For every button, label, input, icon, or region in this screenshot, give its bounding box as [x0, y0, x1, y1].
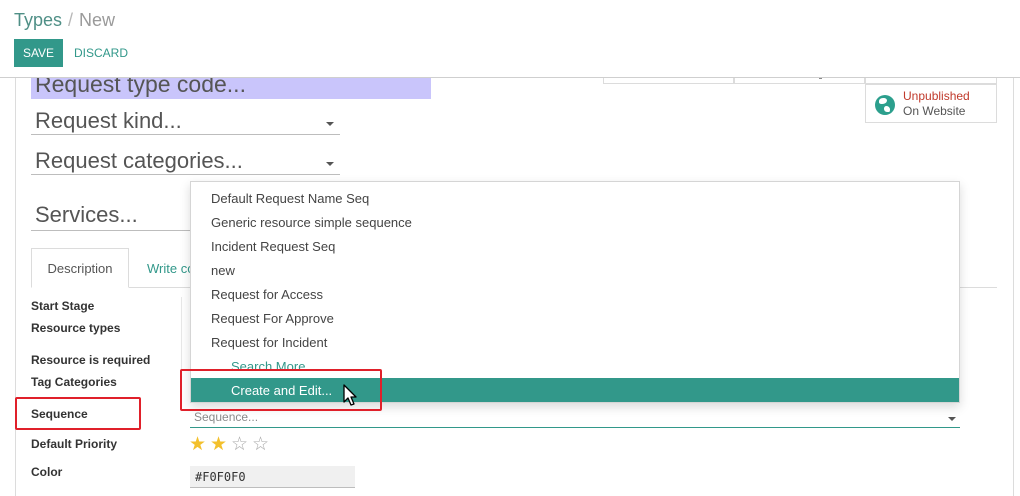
- dropdown-item[interactable]: new: [191, 258, 959, 282]
- color-input[interactable]: #F0F0F0: [190, 466, 355, 488]
- color-label: Color: [31, 465, 63, 479]
- dropdown-item[interactable]: Request For Approve: [191, 306, 959, 330]
- column-divider: [181, 297, 182, 377]
- default-priority-label: Default Priority: [31, 437, 118, 451]
- annotation-highlight-sequence: [15, 397, 141, 430]
- request-categories-placeholder: Request categories...: [35, 148, 243, 173]
- dropdown-item-label: Request for Access: [211, 287, 323, 302]
- sequence-placeholder: Sequence...: [194, 410, 259, 424]
- dropdown-item[interactable]: Incident Request Seq: [191, 234, 959, 258]
- chevron-down-icon: [326, 162, 334, 166]
- globe-icon: [875, 95, 895, 115]
- dropdown-item[interactable]: Default Request Name Seq: [191, 186, 959, 210]
- smart-button-2[interactable]: [734, 76, 865, 84]
- request-kind-select[interactable]: Request kind...: [31, 108, 340, 135]
- dropdown-item-label: Request For Approve: [211, 311, 334, 326]
- breadcrumb-current: New: [79, 10, 116, 30]
- dropdown-item-label: Generic resource simple sequence: [211, 215, 412, 230]
- start-stage-label: Start Stage: [31, 299, 95, 313]
- request-kind-placeholder: Request kind...: [35, 108, 182, 133]
- request-categories-select[interactable]: Request categories...: [31, 148, 340, 175]
- website-publish-button[interactable]: Unpublished On Website: [865, 84, 997, 123]
- discard-button[interactable]: DISCARD: [68, 39, 134, 67]
- resource-required-label: Resource is required: [31, 353, 151, 367]
- priority-stars: ★ ★ ☆ ☆: [188, 434, 270, 456]
- request-type-code-input[interactable]: Request type code...: [31, 78, 431, 99]
- publish-sub-label: On Website: [903, 104, 966, 118]
- star-icon-empty[interactable]: ☆: [230, 434, 249, 456]
- chevron-down-icon: [948, 417, 956, 421]
- control-panel: Types / New SAVE DISCARD: [0, 0, 1020, 78]
- star-icon-empty[interactable]: ☆: [251, 434, 270, 456]
- tab-description[interactable]: Description: [31, 248, 129, 288]
- dropdown-item-label: Default Request Name Seq: [211, 191, 370, 206]
- dropdown-item[interactable]: Request for Access: [191, 282, 959, 306]
- dropdown-item-label: Request for Incident: [211, 335, 328, 350]
- tab-write-code[interactable]: Write co: [147, 248, 194, 288]
- chevron-down-icon: [326, 122, 334, 126]
- publish-status: Unpublished: [903, 89, 970, 103]
- color-value: #F0F0F0: [195, 470, 246, 484]
- breadcrumb-parent-link[interactable]: Types: [14, 10, 62, 30]
- smart-button-1[interactable]: [603, 78, 734, 84]
- star-icon-filled[interactable]: ★: [188, 434, 207, 456]
- dropdown-item-label: Incident Request Seq: [211, 239, 336, 254]
- services-placeholder: Services...: [35, 202, 138, 227]
- page: Types / New SAVE DISCARD Request type code…: [0, 0, 1020, 496]
- mouse-cursor-icon: [343, 384, 357, 406]
- dropdown-item[interactable]: Request for Incident: [191, 330, 959, 354]
- request-type-code-placeholder: Request type code...: [35, 78, 246, 97]
- dropdown-item-label: new: [211, 263, 235, 278]
- resource-types-label: Resource types: [31, 321, 121, 335]
- services-input[interactable]: Services...: [31, 202, 196, 231]
- tag-categories-label: Tag Categories: [31, 375, 117, 389]
- star-icon-filled[interactable]: ★: [209, 434, 228, 456]
- save-button[interactable]: SAVE: [14, 39, 63, 67]
- breadcrumb-separator: /: [68, 10, 74, 30]
- dropdown-item[interactable]: Generic resource simple sequence: [191, 210, 959, 234]
- breadcrumb: Types / New: [14, 10, 115, 31]
